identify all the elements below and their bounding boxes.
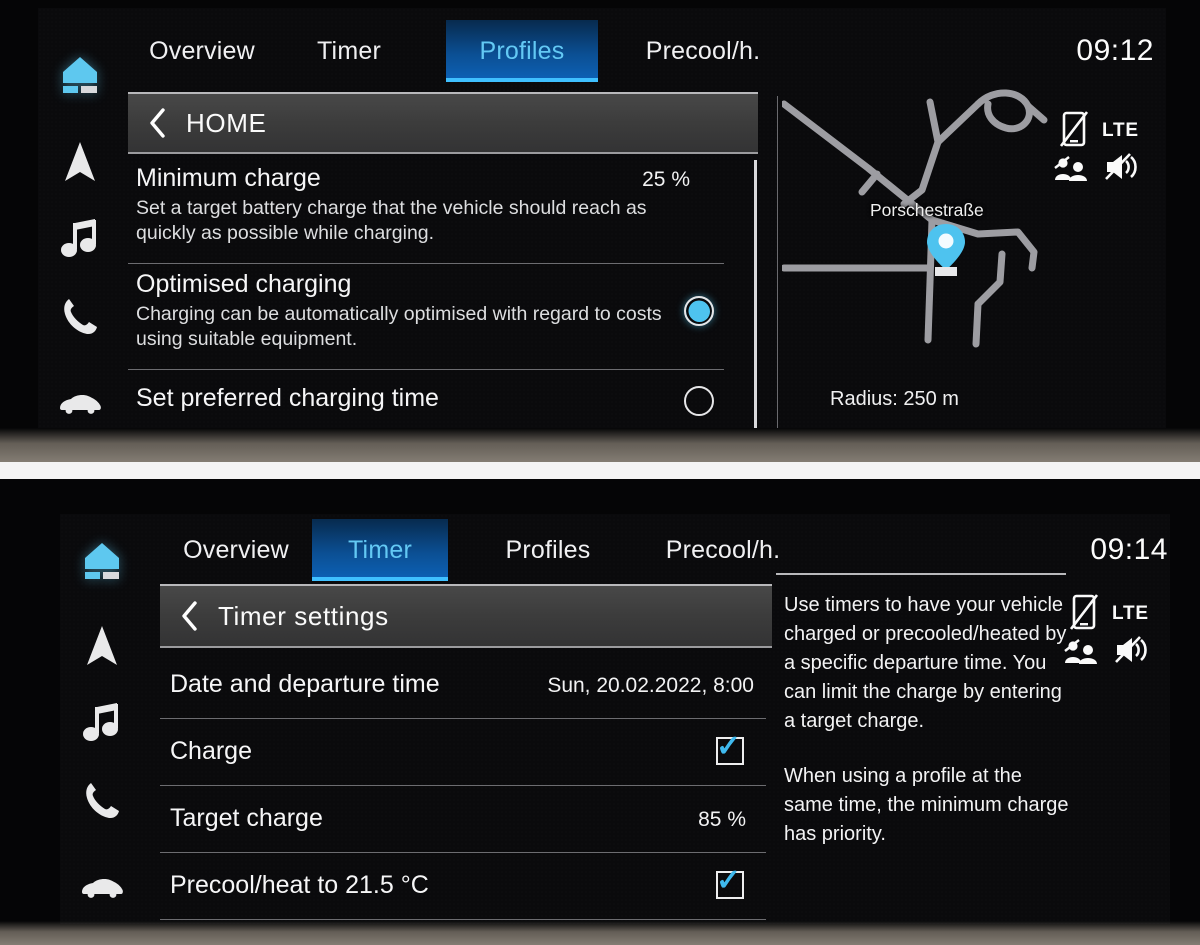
tab-timer[interactable]: Timer [296, 20, 402, 82]
tab-overview[interactable]: Overview [160, 519, 312, 581]
volume-muted-icon [1114, 635, 1150, 670]
list-item-date-departure-time[interactable]: Date and departure time Sun, 20.02.2022,… [160, 652, 772, 719]
dashboard-reflection [0, 921, 1200, 945]
back-chevron-left-icon[interactable] [160, 601, 218, 631]
sidebar-item-phone[interactable] [60, 772, 144, 828]
status-clock: 09:12 [1076, 34, 1154, 67]
checkbox-charge[interactable]: ✓ [716, 732, 744, 765]
status-icons-profiles: LTE [1054, 108, 1164, 198]
phone-disconnected-icon [1059, 110, 1089, 153]
map-preview-profiles[interactable]: Porschestraße Radius: 250 m [782, 82, 1068, 428]
list-item-charge[interactable]: Charge ✓ [160, 719, 772, 786]
tab-overview[interactable]: Overview [128, 20, 276, 82]
status-clock: 09:14 [1090, 533, 1168, 566]
sidebar-item-phone[interactable] [38, 288, 122, 344]
info-panel-rule [776, 573, 1066, 575]
status-icons-timer: LTE [1064, 591, 1174, 681]
row-subtitle: Set a target battery charge that the veh… [136, 197, 647, 244]
row-value: 25 % [642, 168, 690, 191]
sidebar-item-media[interactable] [38, 212, 122, 268]
row-title: Date and departure time [170, 670, 440, 698]
sidebar-timer [60, 514, 144, 924]
volume-muted-icon [1104, 152, 1140, 187]
phone-disconnected-icon [1069, 593, 1099, 636]
info-paragraph-1: Use timers to have your vehicle charged … [784, 594, 1067, 732]
list-scrollbar-thumb[interactable] [754, 160, 757, 428]
row-title: Precool/heat to 21.5 °C [170, 871, 429, 899]
dashboard-reflection [0, 428, 1200, 462]
tab-profiles[interactable]: Profiles [446, 20, 598, 82]
row-title: Target charge [170, 804, 323, 832]
row-subtitle: Charging can be automatically optimised … [136, 303, 662, 350]
pcm-screen-profiles: Overview Timer Profiles Precool/h. HOME … [0, 0, 1200, 462]
status-lte-label: LTE [1102, 120, 1139, 141]
screenshot-stage: Overview Timer Profiles Precool/h. HOME … [0, 0, 1200, 945]
settings-list-profiles: Minimum charge Set a target battery char… [128, 158, 758, 428]
row-title: Charge [170, 737, 252, 765]
status-lte-label: LTE [1112, 603, 1149, 624]
map-street-label: Porschestraße [870, 200, 984, 220]
map-pin-icon [924, 222, 968, 285]
back-chevron-left-icon[interactable] [128, 108, 186, 138]
sidebar-item-vehicle[interactable] [38, 376, 122, 432]
sidebar-profiles [38, 8, 122, 428]
radio-preferred-charging-time[interactable] [684, 386, 714, 416]
settings-list-timer: Date and departure time Sun, 20.02.2022,… [160, 652, 772, 922]
list-item-target-charge[interactable]: Target charge 85 % [160, 786, 772, 853]
sidebar-item-media[interactable] [60, 696, 144, 752]
section-header-title: HOME [186, 107, 267, 138]
check-mark-icon: ✓ [716, 864, 742, 897]
contacts-disabled-icon [1064, 639, 1098, 670]
list-scrollbar-track[interactable] [754, 160, 757, 428]
section-header-title: Timer settings [218, 600, 389, 631]
info-paragraph-2: When using a profile at the same time, t… [784, 765, 1069, 845]
row-value: 85 % [698, 808, 746, 831]
pcm-screen-timer: Overview Timer Profiles Precool/h. Timer… [0, 479, 1200, 945]
list-item-minimum-charge[interactable]: Minimum charge Set a target battery char… [128, 158, 758, 264]
tab-profiles[interactable]: Profiles [478, 519, 618, 581]
sidebar-item-navigation[interactable] [38, 134, 122, 190]
row-title: Optimised charging [136, 270, 352, 298]
checkbox-precool-heat[interactable]: ✓ [716, 866, 744, 899]
tabbar-profiles: Overview Timer Profiles Precool/h. [128, 20, 788, 82]
check-mark-icon: ✓ [716, 730, 742, 763]
tabbar-timer: Overview Timer Profiles Precool/h. [160, 519, 820, 581]
info-panel-timer: Use timers to have your vehicle charged … [784, 591, 1069, 849]
section-header-timer-settings[interactable]: Timer settings [160, 584, 772, 648]
list-item-optimised-charging[interactable]: Optimised charging Charging can be autom… [128, 264, 758, 370]
radio-optimised-charging[interactable] [684, 296, 714, 326]
row-value: Sun, 20.02.2022, 8:00 [547, 674, 754, 697]
sidebar-item-home[interactable] [60, 534, 144, 590]
list-item-preferred-charging-time[interactable]: Set preferred charging time [128, 370, 758, 428]
row-title: Set preferred charging time [136, 384, 439, 412]
sidebar-item-navigation[interactable] [60, 618, 144, 674]
row-title: Minimum charge [136, 164, 321, 192]
contacts-disabled-icon [1054, 156, 1088, 187]
map-radius-label: Radius: 250 m [830, 388, 959, 410]
tab-timer[interactable]: Timer [312, 519, 448, 581]
sidebar-item-home[interactable] [38, 48, 122, 104]
list-item-precool-heat[interactable]: Precool/heat to 21.5 °C ✓ [160, 853, 772, 920]
map-divider [777, 96, 778, 428]
sidebar-item-vehicle[interactable] [60, 860, 144, 916]
tab-precool[interactable]: Precool/h. [638, 519, 808, 581]
row-separator [160, 919, 766, 920]
section-header-home[interactable]: HOME [128, 92, 758, 154]
tab-precool[interactable]: Precool/h. [618, 20, 788, 82]
